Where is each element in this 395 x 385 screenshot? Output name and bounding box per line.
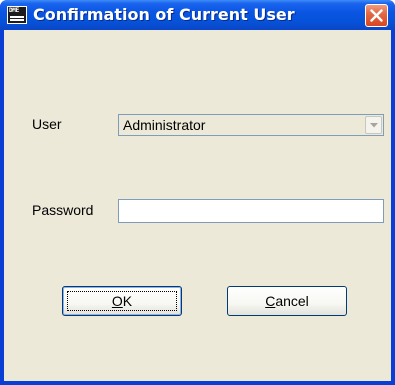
cancel-label-rest: ancel [275,293,309,309]
user-combobox-value: Administrator [123,117,206,133]
cancel-mnemonic: C [265,293,276,309]
cancel-button[interactable]: Cancel [227,286,347,316]
close-button[interactable] [365,4,388,27]
user-combobox[interactable]: Administrator [118,114,384,136]
dropdown-button[interactable] [365,116,382,134]
password-label: Password [32,202,94,218]
dialog-window: DME Confirmation of Current User User Ad… [0,0,395,385]
title-bar[interactable]: DME Confirmation of Current User [0,0,395,30]
password-field[interactable] [118,199,384,223]
app-icon-text: DME [9,7,19,14]
user-label: User [32,116,62,132]
window-title: Confirmation of Current User [33,5,295,24]
dme-app-icon: DME [7,6,27,24]
chevron-down-icon [370,123,378,128]
dialog-body: User Administrator Password OK Cancel [4,30,391,381]
focus-rectangle [67,291,177,311]
ok-button[interactable]: OK [62,286,182,316]
close-icon [370,9,383,22]
